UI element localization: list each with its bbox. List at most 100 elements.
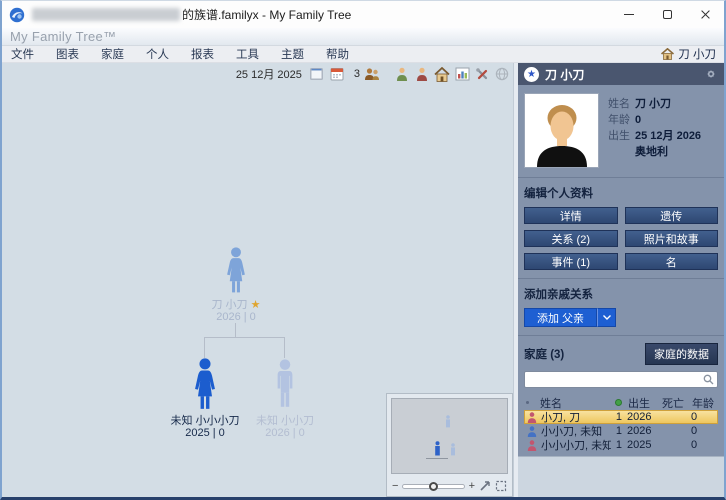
- redacted-name: [32, 8, 180, 21]
- search-input[interactable]: [528, 373, 703, 386]
- menu-charts[interactable]: 图表: [45, 46, 90, 62]
- person-sidebar: ★ 刀 小刀 姓名刀 小刀 年龄 0 出生 25 12月 2026 奥地利 编辑…: [518, 63, 724, 497]
- menu-reports[interactable]: 报表: [180, 46, 225, 62]
- home-icon[interactable]: [434, 66, 450, 82]
- person-female-icon: [527, 411, 537, 423]
- sidebar-empty-area: [518, 456, 724, 497]
- photos-stories-button[interactable]: 照片和故事: [624, 230, 718, 247]
- family-search: [524, 371, 718, 388]
- title-bar: 的族谱.familyx - My Family Tree: [2, 1, 724, 28]
- home-icon: [661, 48, 675, 60]
- field-label: [608, 144, 635, 160]
- menu-file[interactable]: 文件: [8, 46, 45, 62]
- living-indicator-icon: [615, 399, 622, 406]
- app-logo-icon: [9, 7, 25, 22]
- gear-icon[interactable]: [704, 67, 718, 81]
- fit-icon[interactable]: [479, 480, 491, 492]
- table-row[interactable]: 小小刀, 未知 1 2026 0: [524, 424, 718, 438]
- edit-section-title: 编辑个人资料: [524, 188, 593, 200]
- add-father-button[interactable]: 添加 父亲: [524, 308, 598, 327]
- field-value: 0: [635, 114, 642, 126]
- edit-section: 编辑个人资料 详情 遗传 关系 (2) 照片和故事 事件 (1) 名: [518, 178, 724, 279]
- minimap-person: [435, 441, 440, 456]
- sort-column-header[interactable]: [526, 401, 540, 404]
- window-icon[interactable]: [309, 66, 325, 82]
- menu-tools[interactable]: 工具: [225, 46, 270, 62]
- row-age: 0: [691, 439, 698, 451]
- menu-person[interactable]: 个人: [135, 46, 180, 62]
- age-column-header[interactable]: 年龄: [692, 395, 716, 411]
- home-person-name: 刀 小刀: [678, 49, 716, 61]
- person-photo[interactable]: [524, 93, 599, 168]
- menu-help[interactable]: 帮助: [315, 46, 360, 62]
- minimap-label-line: [426, 458, 448, 459]
- row-born: 2026: [627, 411, 652, 423]
- expand-icon[interactable]: [495, 480, 507, 492]
- zoom-out-button[interactable]: −: [392, 479, 398, 493]
- family-data-button[interactable]: 家庭的数据: [645, 343, 718, 365]
- genetics-button[interactable]: 遗传: [624, 207, 718, 224]
- person-card: 姓名刀 小刀 年龄 0 出生 25 12月 2026 奥地利: [518, 85, 724, 178]
- menu-family[interactable]: 家庭: [90, 46, 135, 62]
- star-icon: ★: [524, 66, 539, 82]
- tree-person-right[interactable]: [269, 359, 301, 411]
- tree-connector: [204, 337, 285, 338]
- close-button[interactable]: [686, 1, 724, 28]
- add-section-title: 添加亲戚关系: [524, 289, 593, 301]
- add-relatives-icon[interactable]: [364, 66, 380, 82]
- statistics-icon[interactable]: [454, 66, 470, 82]
- add-relative-dropdown[interactable]: [597, 308, 617, 327]
- zoom-in-button[interactable]: +: [469, 479, 475, 493]
- person-male-icon[interactable]: [394, 66, 410, 82]
- died-column-header[interactable]: 死亡: [662, 395, 692, 411]
- web-icon[interactable]: [494, 66, 510, 82]
- canvas-toolbar: 25 12月 2025 3: [2, 63, 513, 85]
- app-window: 的族谱.familyx - My Family Tree My Family T…: [0, 0, 726, 500]
- minimap-view[interactable]: [391, 398, 508, 474]
- person-fields: 姓名刀 小刀 年龄 0 出生 25 12月 2026 奥地利: [608, 93, 701, 168]
- current-date: 25 12月 2025: [235, 69, 302, 81]
- tree-canvas[interactable]: 25 12月 2025 3 刀 小刀 ★ 2026 | 0 未知 小小小刀 20…: [2, 63, 513, 497]
- table-row[interactable]: 小刀, 刀 1 2026 0: [524, 410, 718, 424]
- person-male-icon: [527, 425, 537, 437]
- search-icon: [703, 374, 714, 385]
- brand-band: My Family Tree™: [2, 28, 724, 46]
- person-female-icon: [527, 439, 537, 451]
- close-icon: [700, 9, 711, 20]
- minimap-person: [446, 415, 450, 428]
- born-column-header[interactable]: 出生: [626, 395, 662, 411]
- minimap-person: [451, 443, 455, 456]
- details-button[interactable]: 详情: [524, 207, 618, 224]
- relationships-button[interactable]: 关系 (2): [524, 230, 618, 247]
- events-button[interactable]: 事件 (1): [524, 253, 618, 270]
- field-value: 奥地利: [635, 146, 668, 158]
- calendar-icon[interactable]: [329, 66, 345, 82]
- home-person-button[interactable]: 刀 小刀: [661, 46, 718, 62]
- names-button[interactable]: 名: [624, 253, 718, 270]
- menu-themes[interactable]: 主题: [270, 46, 315, 62]
- tree-connector: [284, 337, 285, 358]
- row-name: 小小小刀, 未知: [541, 440, 611, 452]
- person-female-icon[interactable]: [414, 66, 430, 82]
- field-value: 刀 小刀: [635, 98, 672, 110]
- star-icon: ★: [250, 299, 261, 311]
- row-born: 2026: [627, 425, 652, 437]
- tree-person-left[interactable]: [188, 358, 222, 414]
- tree-person-root[interactable]: [220, 247, 252, 297]
- minimize-button[interactable]: [610, 1, 648, 28]
- zoom-slider-thumb[interactable]: [428, 481, 438, 491]
- family-section: 家庭 (3) 家庭的数据 姓名 出生 死亡 年龄 小刀, 刀 1 2026 0 …: [518, 336, 724, 456]
- tools-icon[interactable]: [474, 66, 490, 82]
- add-relative-section: 添加亲戚关系 添加 父亲: [518, 279, 724, 336]
- chevron-down-icon: [602, 315, 611, 320]
- maximize-icon: [662, 10, 672, 19]
- zoom-slider[interactable]: [402, 481, 465, 491]
- sort-icon: [526, 401, 529, 404]
- row-count: 1: [615, 439, 622, 451]
- table-row[interactable]: 小小小刀, 未知 1 2025 0: [524, 438, 718, 452]
- minimize-icon: [624, 14, 634, 15]
- row-age: 0: [691, 411, 698, 423]
- maximize-button[interactable]: [648, 1, 686, 28]
- row-count: 1: [615, 425, 622, 437]
- field-label: 姓名: [608, 98, 630, 110]
